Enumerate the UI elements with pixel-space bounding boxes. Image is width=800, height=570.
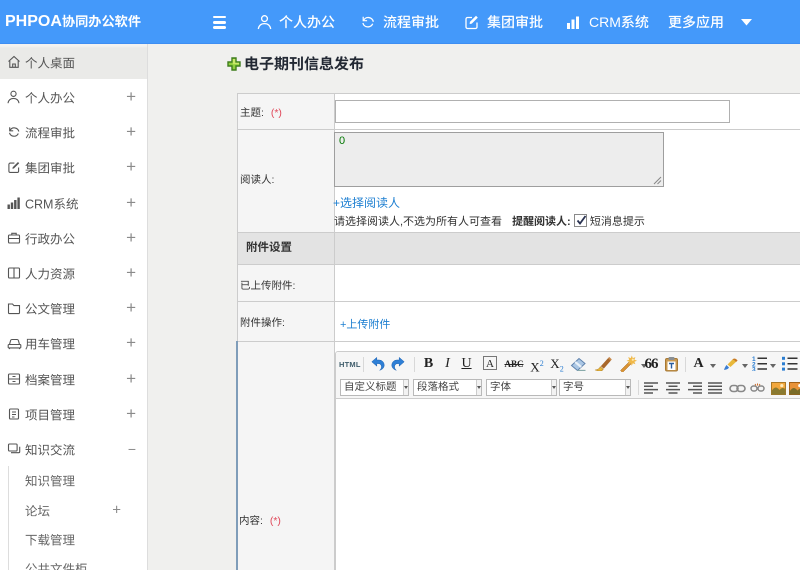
svg-text:3: 3	[752, 367, 756, 372]
